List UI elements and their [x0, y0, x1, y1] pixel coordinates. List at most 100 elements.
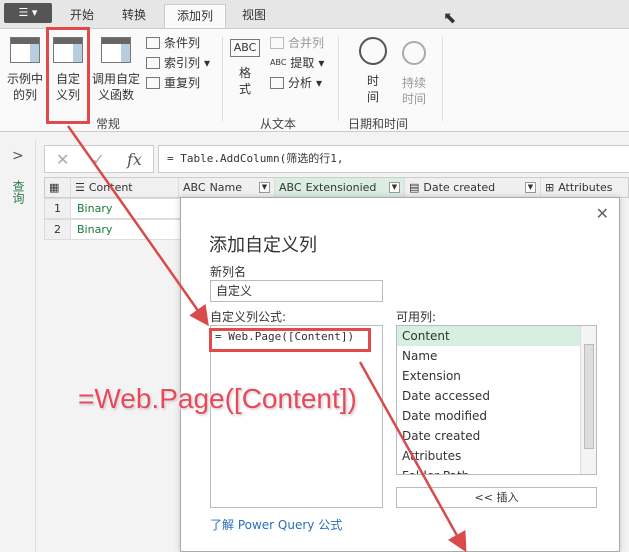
index-icon [146, 57, 160, 69]
fx-icon[interactable]: fx [127, 150, 142, 169]
label: 条件列 [164, 36, 201, 50]
insert-button[interactable]: << 插入 [396, 487, 597, 508]
table-row[interactable]: 1 Binary [44, 198, 184, 219]
list-item[interactable]: Date accessed [397, 386, 580, 406]
scrollbar-thumb[interactable] [584, 344, 594, 449]
scrollbar[interactable] [580, 326, 596, 474]
cancel-icon[interactable]: ✕ [56, 150, 69, 169]
parse-button[interactable]: 分析 ▾ [270, 73, 324, 93]
divider [442, 37, 443, 121]
label: 分析 [288, 76, 313, 90]
table-menu-icon[interactable]: ▦ [45, 178, 71, 197]
new-column-name-input[interactable]: 自定义 [210, 280, 383, 302]
cell[interactable]: Binary [71, 220, 112, 239]
text-type-icon: ABC [279, 181, 302, 194]
table-lightning-icon [10, 37, 40, 63]
label: 提取 [290, 56, 315, 70]
table-fx-icon [101, 37, 131, 63]
highlight-box [209, 328, 371, 352]
close-icon[interactable]: ✕ [596, 204, 609, 223]
column-header-attributes[interactable]: ⊞ Attributes [541, 178, 617, 197]
tab-transform[interactable]: 转换 [110, 4, 158, 28]
learn-power-query-link[interactable]: 了解 Power Query 公式 [210, 516, 342, 533]
new-column-name-label: 新列名 [210, 265, 247, 279]
list-item[interactable]: Date modified [397, 406, 580, 426]
ribbon: 示例中 的列 自定 义列 调用自定 义函数 条件列 索引列 ▾ 重复列 常规 A… [0, 28, 629, 132]
duplicate-column-button[interactable]: 重复列 [146, 73, 210, 93]
custom-formula-textarea[interactable]: = Web.Page([Content]) [210, 325, 383, 508]
tab-view[interactable]: 视图 [230, 4, 278, 28]
invoke-custom-function-button[interactable]: 调用自定 义函数 [90, 37, 142, 103]
highlight-box [46, 27, 90, 124]
conditional-icon [146, 37, 160, 49]
available-columns-label: 可用列: [396, 310, 437, 324]
merge-columns-button[interactable]: 合并列 [270, 33, 324, 53]
table-header: ▦ ☰ Content ABC Name ▼ ABC Extensionied ▼ ▤ Da… [44, 177, 629, 198]
list-item[interactable]: Extension [397, 366, 580, 386]
expand-chevron-icon[interactable]: > [12, 148, 24, 164]
table-row[interactable]: 2 Binary [44, 219, 184, 240]
datetime-type-icon: ▤ [409, 181, 420, 194]
binary-icon: ☰ [75, 181, 85, 194]
dropdown-icon[interactable]: ▼ [525, 182, 536, 193]
duplicate-icon [146, 77, 160, 89]
cell[interactable]: Binary [71, 199, 112, 218]
dialog-title: 添加自定义列 [209, 235, 317, 256]
column-header-content[interactable]: ☰ Content [71, 178, 179, 197]
available-columns-list[interactable]: Content Name Extension Date accessed Dat… [396, 325, 597, 475]
column-header-name[interactable]: ABC Name ▼ [179, 178, 275, 197]
tab-home[interactable]: 开始 [58, 4, 106, 28]
row-number: 2 [45, 220, 71, 239]
label: 重复列 [164, 76, 201, 90]
label: 格 式 [238, 66, 251, 96]
divider [338, 37, 339, 121]
group-label-text: 从文本 [260, 117, 297, 131]
abc-format-icon: ABC [230, 39, 260, 57]
index-column-button[interactable]: 索引列 ▾ [146, 53, 210, 73]
duration-button[interactable]: 持续 时间 [396, 37, 432, 107]
column-from-examples-button[interactable]: 示例中 的列 [4, 37, 46, 103]
stopwatch-icon [402, 41, 426, 65]
tab-add-column[interactable]: 添加列 [164, 4, 227, 28]
list-item[interactable]: Content [397, 326, 580, 346]
label: 时 间 [366, 74, 379, 104]
ribbon-tab-bar: ☰ ▾ 开始 转换 添加列 视图 ⬉ [0, 0, 629, 28]
queries-pane: > 查询 [0, 140, 36, 552]
label: 调用自定 义函数 [91, 72, 140, 102]
text-type-icon: ABC [183, 181, 206, 194]
formula-bar: ✕ ✓ fx = Table.AddColumn(筛选的行1, [44, 145, 629, 173]
label: 持续 时间 [401, 76, 426, 106]
queries-label[interactable]: 查询 [10, 180, 27, 204]
column-header-extension[interactable]: ABC Extensionied ▼ [275, 178, 405, 197]
annotation-text: =Web.Page([Content]) [78, 383, 357, 414]
formula-label: 自定义列公式: [210, 310, 287, 324]
label: 索引列 [164, 56, 201, 70]
list-item[interactable]: Attributes [397, 446, 580, 466]
abc123-icon: ABC [270, 58, 287, 67]
time-button[interactable]: 时 间 [356, 37, 390, 105]
group-label-datetime: 日期和时间 [348, 117, 409, 131]
conditional-column-button[interactable]: 条件列 [146, 33, 210, 53]
list-item[interactable]: Name [397, 346, 580, 366]
formula-input[interactable]: = Table.AddColumn(筛选的行1, [158, 145, 629, 173]
file-menu-button[interactable]: ☰ ▾ [4, 3, 52, 23]
merge-icon [270, 37, 284, 49]
format-button[interactable]: ABC 格 式 [228, 39, 262, 97]
divider [222, 37, 223, 121]
confirm-icon[interactable]: ✓ [92, 150, 105, 169]
list-item[interactable]: Date created [397, 426, 580, 446]
mouse-cursor-icon: ⬉ [443, 8, 457, 27]
column-header-date-created[interactable]: ▤ Date created ▼ [405, 178, 541, 197]
label: Extensionied [305, 181, 377, 194]
dropdown-icon[interactable]: ▼ [389, 182, 400, 193]
parse-icon [270, 77, 284, 89]
label: Attributes [558, 181, 613, 194]
label: Content [88, 181, 133, 194]
extract-button[interactable]: ABC 提取 ▾ [270, 53, 324, 73]
list-item[interactable]: Folder Path [397, 466, 580, 474]
dropdown-icon[interactable]: ▼ [259, 182, 270, 193]
row-number: 1 [45, 199, 71, 218]
label: Date created [423, 181, 496, 194]
record-type-icon: ⊞ [545, 181, 555, 194]
clock-icon [359, 37, 387, 65]
